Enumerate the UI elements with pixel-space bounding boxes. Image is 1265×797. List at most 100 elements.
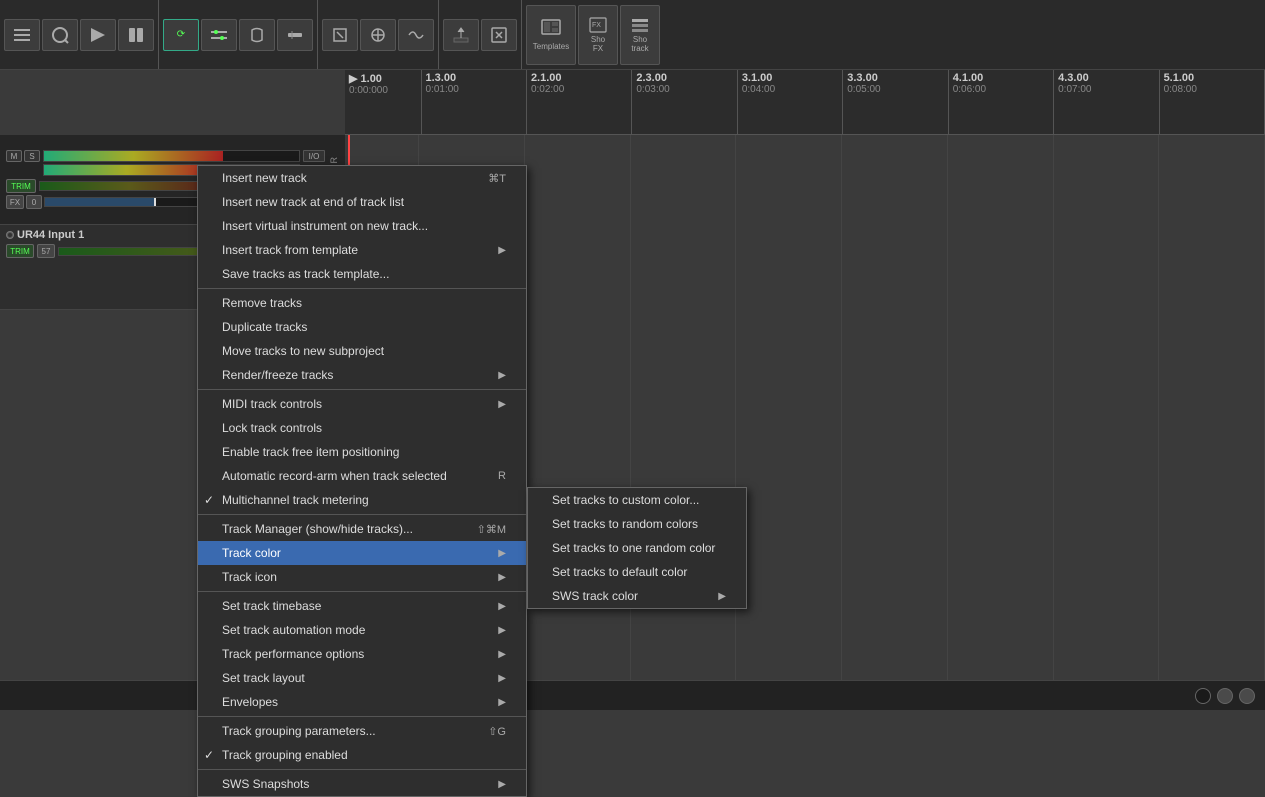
menu-free-positioning[interactable]: Enable track free item positioning [198,440,526,464]
checkmark-icon: ✓ [204,493,214,507]
menu-item-label: Set track layout [222,671,305,685]
menu-item-label: Multichannel track metering [222,493,369,507]
bottom-bar [0,680,1265,710]
track-record-btn[interactable] [6,231,14,239]
tool-btn-9[interactable] [322,19,358,51]
menu-item-shortcut-4: ⇧G [488,725,506,738]
toolbar-section-4 [443,0,522,69]
master-io-btn[interactable]: I/O [303,150,325,162]
bottom-btn-1[interactable] [1195,688,1211,704]
menu-grouping-params[interactable]: Track grouping parameters... ⇧G [198,719,526,743]
grid-col-8 [1159,135,1265,680]
menu-item-label: Set track automation mode [222,623,365,637]
menu-arrow-icon: ▶ [498,245,506,256]
menu-item-label: Lock track controls [222,421,322,435]
menu-insert-new-track[interactable]: Insert new track ⌘T [198,166,526,190]
menu-arrow-icon-7: ▶ [498,625,506,636]
tool-btn-4[interactable] [118,19,154,51]
submenu-item-label: Set tracks to custom color... [552,493,699,507]
menu-arrow-icon-5: ▶ [498,572,506,583]
menu-item-label: MIDI track controls [222,397,322,411]
tool-btn-11[interactable] [398,19,434,51]
submenu-custom-color[interactable]: Set tracks to custom color... [528,488,746,512]
menu-move-subproject[interactable]: Move tracks to new subproject [198,339,526,363]
bottom-btn-3[interactable] [1239,688,1255,704]
master-m-btn[interactable]: M [6,150,22,162]
submenu-default-color[interactable]: Set tracks to default color [528,560,746,584]
submenu-sws-track-color[interactable]: SWS track color ▶ [528,584,746,608]
ruler-seg-7: 4.3.00 0:07:00 [1054,70,1159,134]
menu-render-freeze[interactable]: Render/freeze tracks ▶ [198,363,526,387]
menu-item-label: Insert new track at end of track list [222,195,404,209]
master-send-btn[interactable]: 0 [26,195,42,209]
menu-duplicate-tracks[interactable]: Duplicate tracks [198,315,526,339]
tool-btn-6[interactable] [201,19,237,51]
menu-sws-snapshots[interactable]: SWS Snapshots ▶ [198,772,526,796]
tool-btn-2[interactable] [42,19,78,51]
show-track-label: Shotrack [631,35,648,53]
menu-arrow-icon-2: ▶ [498,370,506,381]
master-fx-btn[interactable]: FX [6,195,24,209]
menu-envelopes[interactable]: Envelopes ▶ [198,690,526,714]
menu-automation-mode[interactable]: Set track automation mode ▶ [198,618,526,642]
tool-btn-12[interactable] [443,19,479,51]
submenu-one-random-color[interactable]: Set tracks to one random color [528,536,746,560]
menu-track-manager[interactable]: Track Manager (show/hide tracks)... ⇧⌘M [198,517,526,541]
menu-save-as-template[interactable]: Save tracks as track template... [198,262,526,286]
menu-midi-controls[interactable]: MIDI track controls ▶ [198,392,526,416]
submenu-arrow-icon: ▶ [718,591,726,602]
master-s-btn[interactable]: S [24,150,40,162]
menu-separator-3 [198,514,526,515]
menu-insert-from-template[interactable]: Insert track from template ▶ [198,238,526,262]
menu-item-label: SWS Snapshots [222,777,309,791]
svg-text:FX: FX [592,22,601,29]
ruler-seg-4: 3.1.00 0:04:00 [738,70,843,134]
menu-multichannel-metering[interactable]: ✓ Multichannel track metering [198,488,526,512]
menu-remove-tracks[interactable]: Remove tracks [198,291,526,315]
menu-item-label: Enable track free item positioning [222,445,399,459]
toolbar-section-tools [4,0,159,69]
tool-btn-13[interactable] [481,19,517,51]
tool-btn-5[interactable]: ⟳ [163,19,199,51]
menu-arrow-icon-3: ▶ [498,399,506,410]
menu-set-timebase[interactable]: Set track timebase ▶ [198,594,526,618]
menu-item-label: Track icon [222,570,277,584]
ruler-seg-0: ▶ 1.00 0:00:000 [345,70,422,134]
tool-btn-1[interactable] [4,19,40,51]
track-color-submenu: Set tracks to custom color... Set tracks… [527,487,747,609]
track-input-btn[interactable]: 57 [37,244,55,258]
menu-separator-5 [198,716,526,717]
ruler-seg-1: 1.3.00 0:01:00 [422,70,527,134]
bottom-btn-2[interactable] [1217,688,1233,704]
templates-button[interactable]: Templates [526,5,576,65]
menu-item-shortcut-3: ⇧⌘M [477,523,506,536]
menu-item-label: Track Manager (show/hide tracks)... [222,522,413,536]
menu-track-color[interactable]: Track color ▶ [198,541,526,565]
tool-btn-7[interactable] [239,19,275,51]
master-trim-btn[interactable]: TRIM [6,179,36,193]
submenu-random-colors[interactable]: Set tracks to random colors [528,512,746,536]
show-fx-label: ShoFX [591,35,605,53]
menu-auto-record-arm[interactable]: Automatic record-arm when track selected… [198,464,526,488]
show-track-button[interactable]: Shotrack [620,5,660,65]
menu-track-icon[interactable]: Track icon ▶ [198,565,526,589]
menu-insert-track-end[interactable]: Insert new track at end of track list [198,190,526,214]
track-trim-btn[interactable]: TRIM [6,244,34,258]
menu-item-label: Duplicate tracks [222,320,307,334]
menu-lock-controls[interactable]: Lock track controls [198,416,526,440]
tool-btn-8[interactable] [277,19,313,51]
ruler-seg-6: 4.1.00 0:06:00 [949,70,1054,134]
menu-performance-options[interactable]: Track performance options ▶ [198,642,526,666]
menu-insert-virtual[interactable]: Insert virtual instrument on new track..… [198,214,526,238]
menu-arrow-icon-9: ▶ [498,673,506,684]
track-name: UR44 Input 1 [17,229,84,241]
menu-item-label: Automatic record-arm when track selected [222,469,447,483]
menu-grouping-enabled[interactable]: ✓ Track grouping enabled [198,743,526,767]
tool-btn-3[interactable] [80,19,116,51]
menu-item-shortcut: ⌘T [488,172,506,185]
menu-item-label: Insert new track [222,171,307,185]
timeline-ruler: ▶ 1.00 0:00:000 1.3.00 0:01:00 2.1.00 0:… [345,70,1265,135]
menu-set-layout[interactable]: Set track layout ▶ [198,666,526,690]
tool-btn-10[interactable] [360,19,396,51]
show-fx-button[interactable]: FX ShoFX [578,5,618,65]
